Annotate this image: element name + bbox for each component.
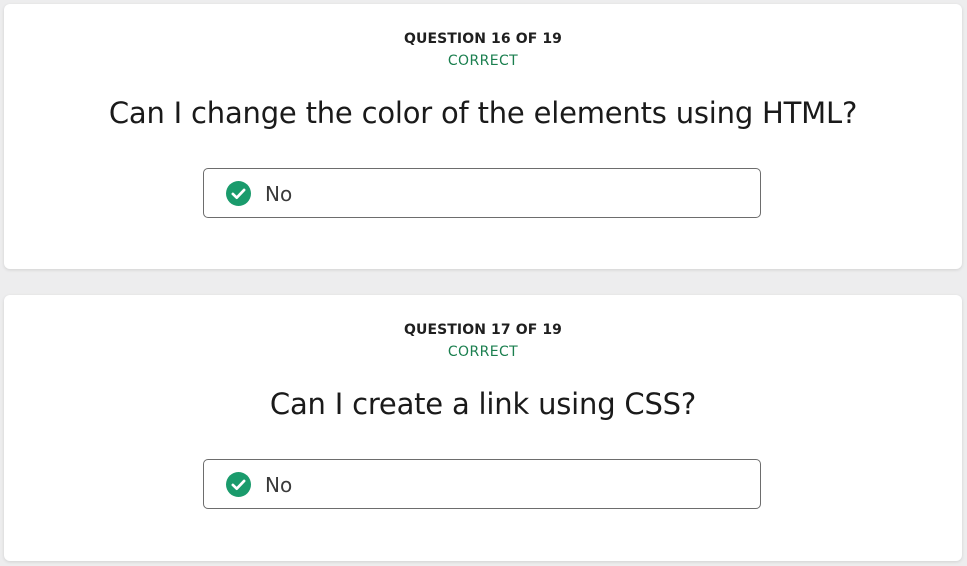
check-circle-icon <box>226 472 251 497</box>
check-circle-icon <box>226 181 251 206</box>
question-counter: QUESTION 16 OF 19 <box>403 31 563 47</box>
question-text: Can I change the color of the elements u… <box>108 96 858 130</box>
answer-option[interactable]: No <box>203 168 761 218</box>
question-counter: QUESTION 17 OF 19 <box>403 322 563 338</box>
answer-status: CORRECT <box>447 53 519 69</box>
answer-label: No <box>265 473 293 497</box>
answer-status: CORRECT <box>447 344 519 360</box>
answer-option[interactable]: No <box>203 459 761 509</box>
question-text: Can I create a link using CSS? <box>269 387 697 421</box>
answer-label: No <box>265 182 293 206</box>
question-card: QUESTION 16 OF 19 CORRECT Can I change t… <box>4 4 962 269</box>
question-card: QUESTION 17 OF 19 CORRECT Can I create a… <box>4 295 962 561</box>
